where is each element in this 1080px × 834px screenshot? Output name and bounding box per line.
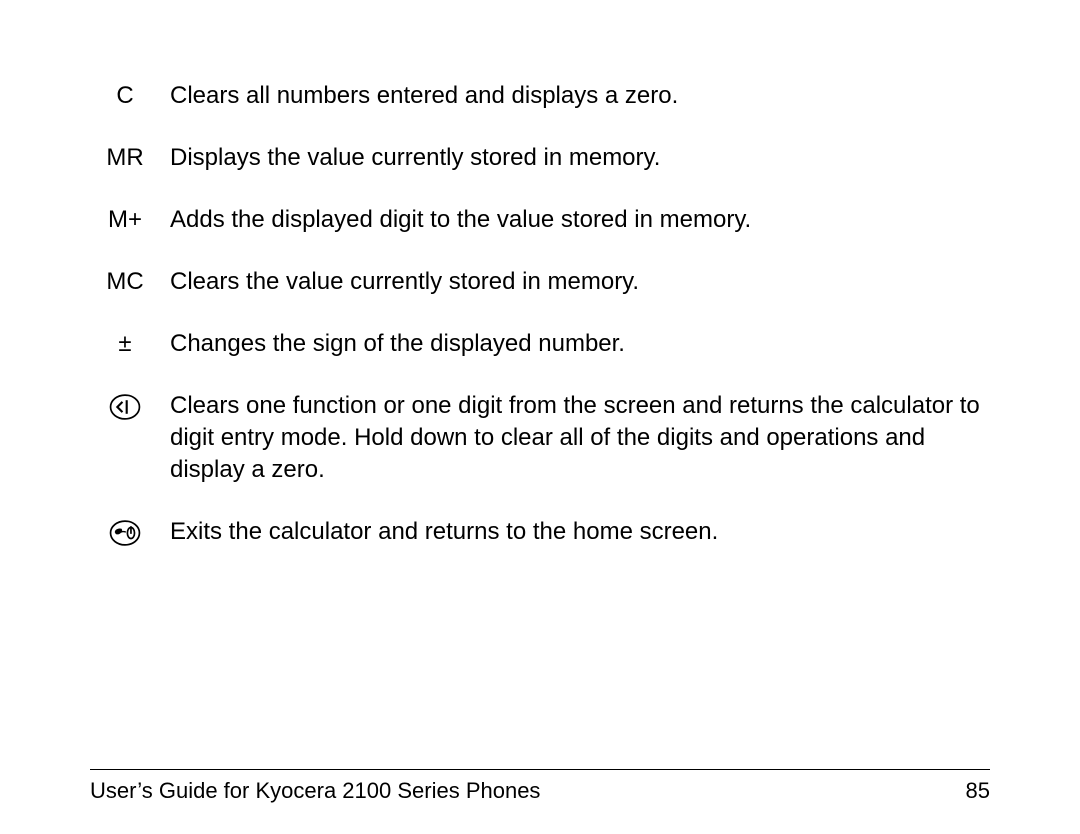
definition-row: ± Changes the sign of the displayed numb… [90, 328, 990, 360]
definition-row: C Clears all numbers entered and display… [90, 80, 990, 112]
end-key-icon [108, 516, 142, 550]
key-label: MC [90, 266, 160, 298]
footer-rule [90, 769, 990, 770]
key-description: Clears the value currently stored in mem… [160, 266, 990, 298]
definition-list: C Clears all numbers entered and display… [90, 80, 990, 550]
page-footer: User’s Guide for Kyocera 2100 Series Pho… [90, 769, 990, 804]
definition-row: Clears one function or one digit from th… [90, 390, 990, 486]
key-description: Adds the displayed digit to the value st… [160, 204, 990, 236]
definition-row: MC Clears the value currently stored in … [90, 266, 990, 298]
key-description: Clears one function or one digit from th… [160, 390, 990, 486]
key-description: Clears all numbers entered and displays … [160, 80, 990, 112]
footer-title: User’s Guide for Kyocera 2100 Series Pho… [90, 778, 540, 804]
key-icon-cell [90, 390, 160, 424]
key-label: ± [90, 328, 160, 360]
definition-row: MR Displays the value currently stored i… [90, 142, 990, 174]
back-key-icon [108, 390, 142, 424]
key-description: Displays the value currently stored in m… [160, 142, 990, 174]
key-icon-cell [90, 516, 160, 550]
document-page: C Clears all numbers entered and display… [0, 0, 1080, 834]
footer-page-number: 85 [966, 778, 990, 804]
footer-line: User’s Guide for Kyocera 2100 Series Pho… [90, 778, 990, 804]
key-description: Changes the sign of the displayed number… [160, 328, 990, 360]
key-label: M+ [90, 204, 160, 236]
key-description: Exits the calculator and returns to the … [160, 516, 990, 548]
definition-row: Exits the calculator and returns to the … [90, 516, 990, 550]
definition-row: M+ Adds the displayed digit to the value… [90, 204, 990, 236]
key-label: C [90, 80, 160, 112]
key-label: MR [90, 142, 160, 174]
